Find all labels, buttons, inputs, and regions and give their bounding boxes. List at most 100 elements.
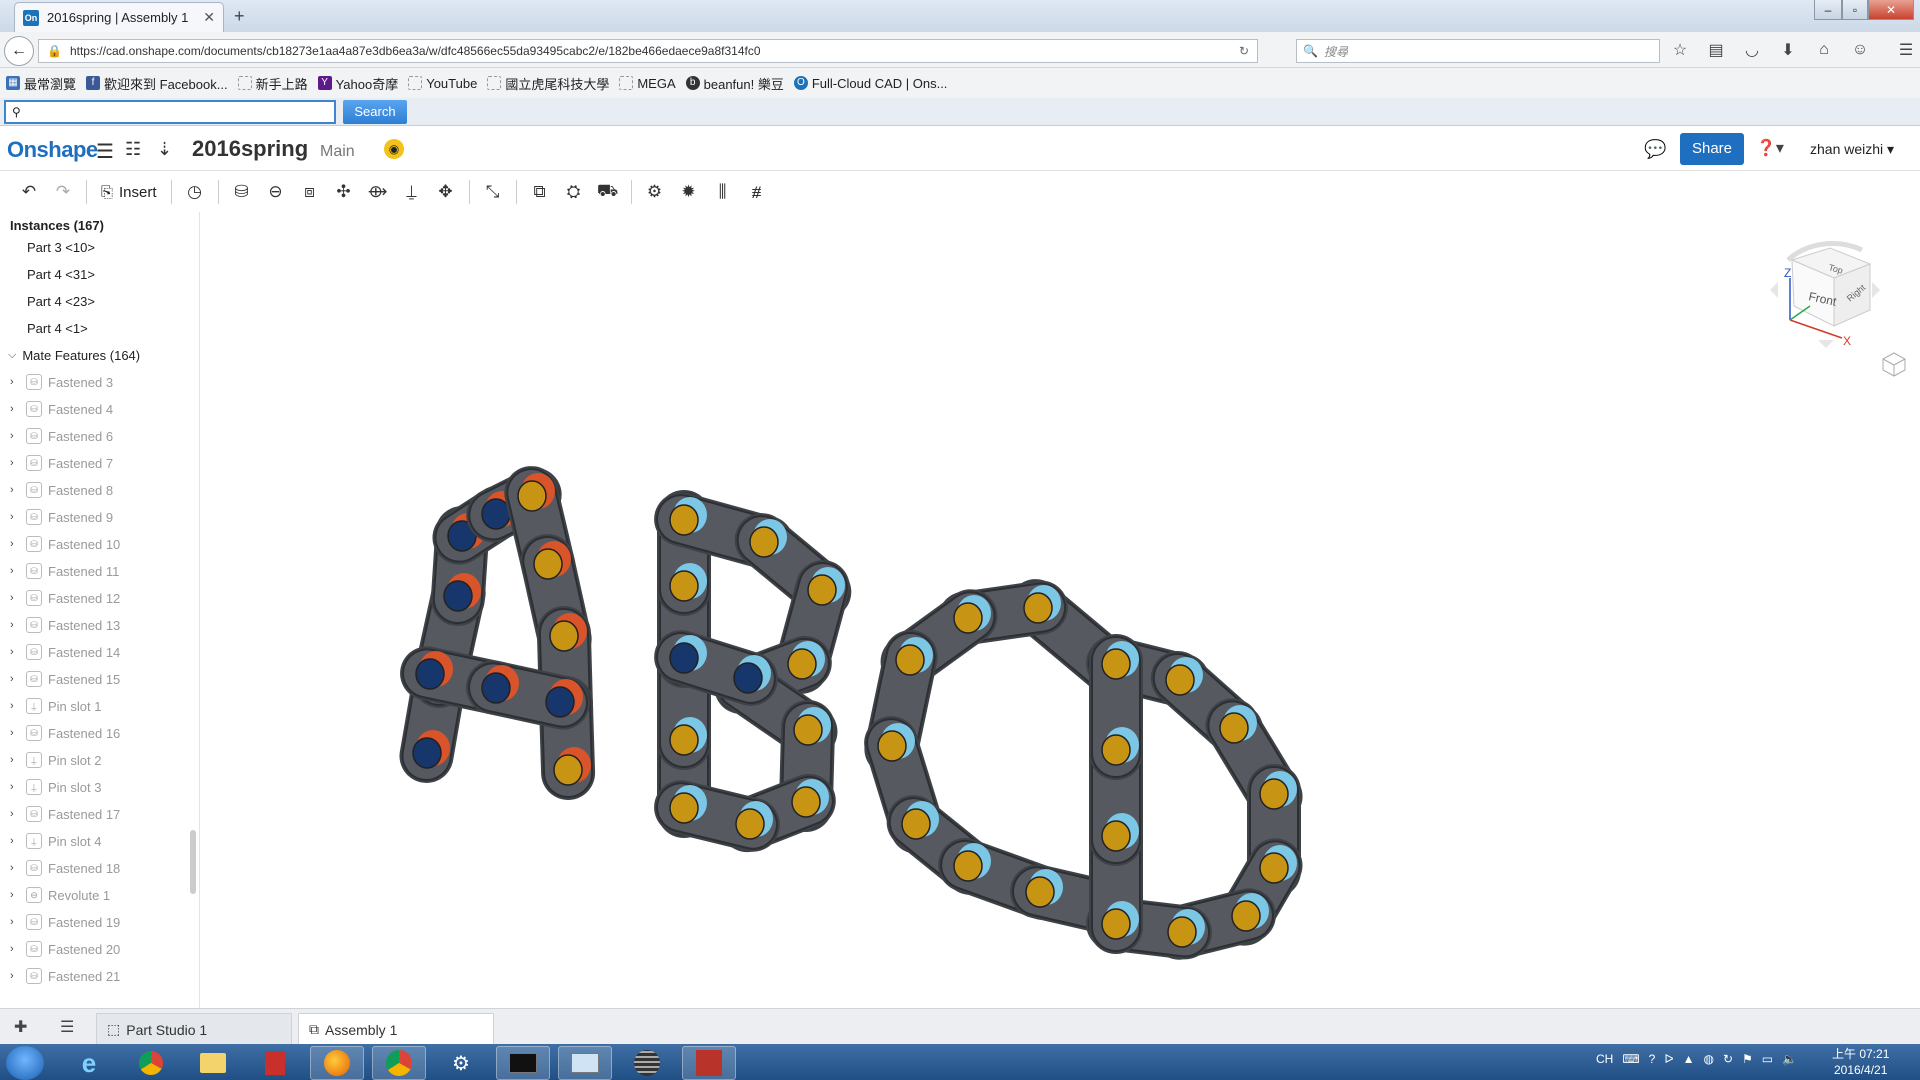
mate-row[interactable]: › ⛁ Fastened 9 <box>0 504 190 530</box>
chain-pin[interactable] <box>901 808 931 840</box>
new-tab-icon[interactable]: + <box>234 6 245 27</box>
chain-pin[interactable] <box>1023 592 1053 624</box>
instance-row[interactable]: Part 4 <23> <box>0 288 190 314</box>
chevron-right-icon[interactable]: › <box>10 700 20 712</box>
window-app-icon[interactable] <box>558 1046 612 1080</box>
chevron-right-icon[interactable]: › <box>10 565 20 577</box>
mate-row[interactable]: › ⛁ Fastened 20 <box>0 936 190 962</box>
feature-list-icon[interactable]: ☷ <box>125 139 141 160</box>
tab-assembly-1[interactable]: ⧉ Assembly 1 <box>298 1013 494 1045</box>
linear-relation-icon[interactable]: ⧥ <box>740 175 774 209</box>
bookmark-mega[interactable]: MEGA <box>619 76 676 91</box>
chevron-right-icon[interactable]: › <box>10 889 20 901</box>
chevron-right-icon[interactable]: › <box>10 808 20 820</box>
chevron-right-icon[interactable]: › <box>10 619 20 631</box>
chain-pin[interactable] <box>553 754 583 786</box>
mate-row[interactable]: › ⛁ Fastened 4 <box>0 396 190 422</box>
user-menu[interactable]: zhan weizhi ▾ <box>1810 141 1894 158</box>
chain-pin[interactable] <box>1167 916 1197 948</box>
chain-pin[interactable] <box>1165 664 1195 696</box>
volume-icon[interactable]: 🔈 <box>1782 1052 1797 1066</box>
mate-row[interactable]: › ⛁ Fastened 8 <box>0 477 190 503</box>
ball-mate-icon[interactable]: ✥ <box>429 175 463 209</box>
chevron-right-icon[interactable]: › <box>10 754 20 766</box>
close-tab-icon[interactable]: ✕ <box>203 9 215 26</box>
find-search-button[interactable]: Search <box>343 100 407 124</box>
sphere-app-icon[interactable] <box>620 1046 674 1080</box>
chain-pin[interactable] <box>669 792 699 824</box>
media-app-icon[interactable] <box>248 1046 302 1080</box>
internet-explorer-icon[interactable]: e <box>62 1046 116 1080</box>
browser-search-box[interactable]: 🔍 搜尋 <box>1296 39 1660 63</box>
comments-icon[interactable]: 💬 <box>1644 139 1666 160</box>
add-tab-icon[interactable]: ✚ <box>14 1017 27 1037</box>
download-icon[interactable]: ⬇ <box>1778 40 1798 60</box>
view-cube[interactable]: Front Top Right Z X <box>1750 220 1900 370</box>
mate-row[interactable]: › ⍊ Pin slot 2 <box>0 747 190 773</box>
chain-pin[interactable] <box>415 658 445 690</box>
mate-row[interactable]: › ⛁ Fastened 3 <box>0 369 190 395</box>
pocket-icon[interactable]: ◡ <box>1742 40 1762 60</box>
slider-mate-icon[interactable]: ⧈ <box>293 175 327 209</box>
mate-row[interactable]: › ⛁ Fastened 16 <box>0 720 190 746</box>
chain-pin[interactable] <box>807 574 837 606</box>
bookmark-yahoo[interactable]: Y Yahoo奇摩 <box>317 74 398 93</box>
flag-icon[interactable]: ⚑ <box>1742 1052 1753 1066</box>
reading-list-icon[interactable]: ▤ <box>1706 40 1726 60</box>
chain-pin[interactable] <box>953 602 983 634</box>
planar-mate-icon[interactable]: ✣ <box>327 175 361 209</box>
chevron-right-icon[interactable]: › <box>10 781 20 793</box>
ime-icon[interactable]: ᐅ <box>1664 1052 1673 1066</box>
instance-row[interactable]: Part 4 <1> <box>0 315 190 341</box>
branch-name[interactable]: Main <box>320 143 355 161</box>
onshape-logo[interactable]: Onshape <box>7 137 98 163</box>
rotate-down-arrow[interactable] <box>1818 340 1834 348</box>
rotate-left-arrow[interactable] <box>1770 282 1778 298</box>
public-globe-icon[interactable]: ◉ <box>384 139 404 159</box>
fastened-mate-icon[interactable]: ⛁ <box>225 175 259 209</box>
chain-pin[interactable] <box>793 714 823 746</box>
revolute-mate-icon[interactable]: ⊖ <box>259 175 293 209</box>
mate-row[interactable]: › ⛁ Fastened 19 <box>0 909 190 935</box>
chain-pin[interactable] <box>1101 734 1131 766</box>
tool-app-icon[interactable]: ⚙ <box>434 1046 488 1080</box>
bookmark-youtube[interactable]: YouTube <box>408 76 477 91</box>
chain-pin[interactable] <box>669 724 699 756</box>
chevron-right-icon[interactable]: › <box>10 916 20 928</box>
chain-pin[interactable] <box>549 620 579 652</box>
chrome-icon[interactable] <box>124 1046 178 1080</box>
chain-pin[interactable] <box>953 850 983 882</box>
chevron-right-icon[interactable]: › <box>10 484 20 496</box>
chevron-right-icon[interactable]: › <box>10 538 20 550</box>
chevron-right-icon[interactable]: › <box>10 403 20 415</box>
chain-pin[interactable] <box>1101 908 1131 940</box>
help-tray-icon[interactable]: ? <box>1649 1052 1656 1066</box>
pin-slot-mate-icon[interactable]: ⍊ <box>395 175 429 209</box>
chevron-right-icon[interactable]: › <box>10 511 20 523</box>
mate-row[interactable]: › ⛁ Fastened 17 <box>0 801 190 827</box>
sync-icon[interactable]: ↻ <box>1723 1052 1733 1066</box>
minimize-icon[interactable]: – <box>1814 0 1842 20</box>
chain-pin[interactable] <box>877 730 907 762</box>
bookmark-onshape[interactable]: O Full-Cloud CAD | Ons... <box>793 76 947 91</box>
mate-row[interactable]: › ⛁ Fastened 13 <box>0 612 190 638</box>
bookmark-facebook[interactable]: f 歡迎來到 Facebook... <box>86 74 228 93</box>
view-options-cube-icon[interactable] <box>1880 350 1908 378</box>
rack-pinion-icon[interactable]: ✹ <box>672 175 706 209</box>
show-hidden-icons-icon[interactable]: ▲ <box>1683 1052 1695 1066</box>
tab-list-icon[interactable]: ☰ <box>60 1017 74 1037</box>
maximize-icon[interactable]: ▫ <box>1842 0 1868 20</box>
chain-pin[interactable] <box>787 648 817 680</box>
bookmark-nfu[interactable]: 國立虎尾科技大學 <box>487 74 609 93</box>
chain-pin[interactable] <box>481 672 511 704</box>
instance-row[interactable]: Part 3 <10> <box>0 234 190 260</box>
chain-pin[interactable] <box>1259 852 1289 884</box>
back-arrow-icon[interactable]: ← <box>4 36 34 66</box>
relation-icon[interactable]: ⛟ <box>591 175 625 209</box>
tangent-mate-icon[interactable]: ⤡ <box>476 175 510 209</box>
insert-feature-icon[interactable]: ⇣ <box>157 139 172 160</box>
mate-row[interactable]: › ⛁ Fastened 21 <box>0 963 190 989</box>
menu-icon[interactable]: ☰ <box>1896 40 1916 60</box>
language-indicator[interactable]: CH <box>1596 1052 1613 1066</box>
mate-row[interactable]: › ⛁ Fastened 15 <box>0 666 190 692</box>
